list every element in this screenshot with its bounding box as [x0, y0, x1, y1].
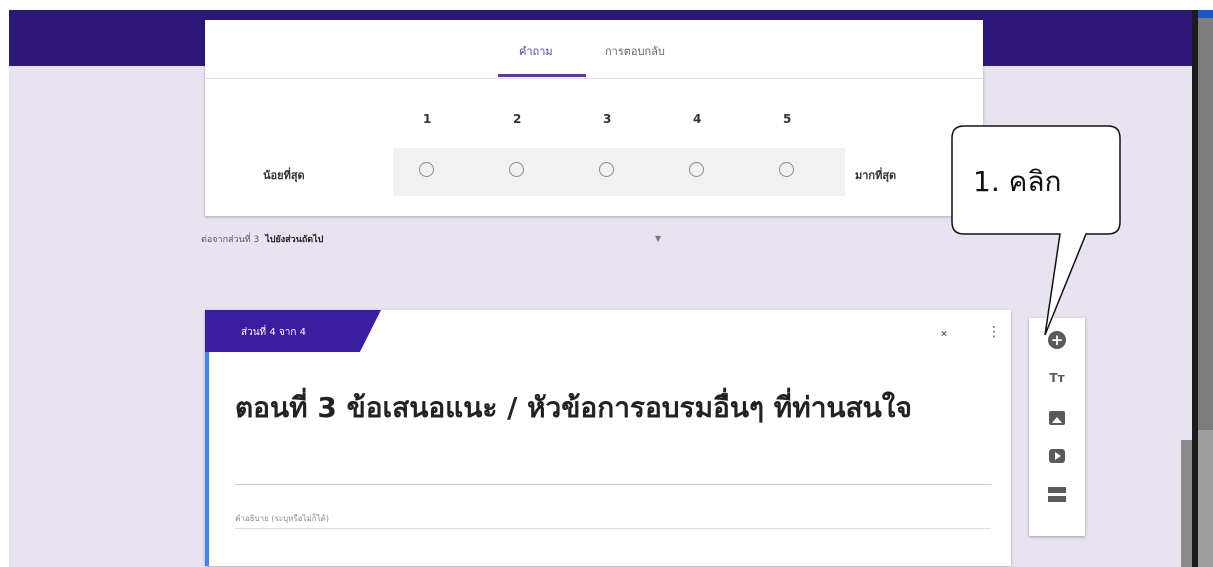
callout-bubble	[951, 125, 1121, 336]
callout-text: 1. คลิก	[973, 165, 1062, 198]
